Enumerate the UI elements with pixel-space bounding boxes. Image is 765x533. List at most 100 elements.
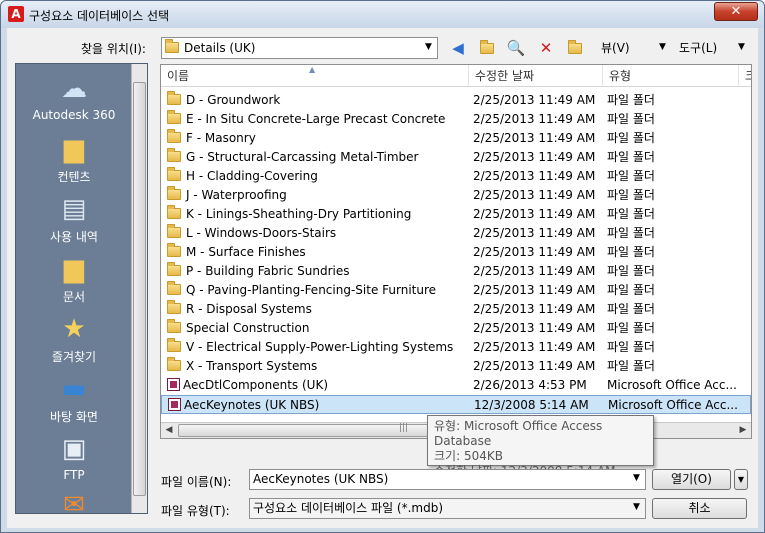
search-web-button[interactable]: 🔍 [505,38,527,58]
access-database-icon [168,398,181,411]
file-name: Q - Paving-Planting-Fencing-Site Furnitu… [186,283,437,297]
filetype-combo[interactable]: 구성요소 데이터베이스 파일 (*.mdb) ▼ [249,498,646,519]
column-header-date-label: 수정한 날짜 [475,69,535,83]
file-name: F - Masonry [186,131,256,145]
filename-value: AecKeynotes (UK NBS) [253,472,389,486]
column-header-size[interactable]: 크 [739,65,751,87]
file-date: 12/3/2008 5:14 AM [474,398,589,412]
folder-row[interactable]: H - Cladding-Covering 2/25/2013 11:49 AM 파… [161,167,751,186]
delete-button[interactable]: ✕ [535,38,557,58]
column-header-size-label: 크 [745,69,751,83]
place-history[interactable]: ▤ 사용 내역 [16,192,132,245]
file-name: AecDtlComponents (UK) [183,378,329,392]
place-autodesk-360[interactable]: ☁ Autodesk 360 [16,72,132,122]
file-name-cell: L - Windows-Doors-Stairs [167,224,467,243]
folder-icon [167,281,181,295]
column-header-date[interactable]: 수정한 날짜 [469,65,603,87]
file-date: 2/25/2013 11:49 AM [473,112,596,126]
file-list[interactable]: 이름 ▲ 수정한 날짜 유형 크 D - Groundwork 2/25/2013… [160,64,752,439]
folder-row[interactable]: G - Structural-Carcassing Metal-Timber 2/… [161,148,751,167]
file-type: Microsoft Office Acc... [607,378,737,392]
cancel-button[interactable]: 취소 [652,498,747,519]
folder-row[interactable]: L - Windows-Doors-Stairs 2/25/2013 11:49 … [161,224,751,243]
file-name-cell: H - Cladding-Covering [167,167,467,186]
scroll-left-button[interactable]: ◀ [161,423,177,438]
sort-ascending-icon: ▲ [309,65,316,74]
places-scroll-thumb[interactable] [133,82,146,496]
tools-menu-label: 도구(L) [679,41,718,55]
file-date: 2/25/2013 11:49 AM [473,93,596,107]
folder-icon [167,338,181,352]
filetype-value: 구성요소 데이터베이스 파일 (*.mdb) [253,501,444,515]
folder-row[interactable]: Special Construction 2/25/2013 11:49 AM 파일… [161,319,751,338]
file-name: K - Linings-Sheathing-Dry Partitioning [186,207,412,221]
chevron-down-icon[interactable]: ▼ [422,40,435,55]
scroll-right-button[interactable]: ▶ [735,423,751,438]
views-menu[interactable]: 뷰(V) [601,39,630,56]
file-date: 2/25/2013 11:49 AM [473,302,596,316]
file-name-cell: Q - Paving-Planting-Fencing-Site Furnitu… [167,281,467,300]
place-favorites[interactable]: ★ 즐겨찾기 [16,312,132,365]
title-bar[interactable]: A 구성요소 데이터베이스 선택 ✕ [1,1,764,28]
file-name: H - Cladding-Covering [186,169,318,183]
places-scrollbar[interactable] [131,64,147,513]
file-name: E - In Situ Concrete-Large Precast Concr… [186,112,446,126]
place-label: 사용 내역 [50,230,98,244]
file-name-cell: D - Groundwork [167,91,467,110]
file-name: L - Windows-Doors-Stairs [186,226,337,240]
folder-icon [165,39,179,53]
file-type: 파일 폴더 [607,131,655,145]
file-date: 2/25/2013 11:49 AM [473,359,596,373]
chevron-down-icon[interactable]: ▼ [630,500,643,515]
folder-row[interactable]: M - Surface Finishes 2/25/2013 11:49 AM 파일… [161,243,751,262]
folder-row[interactable]: R - Disposal Systems 2/25/2013 11:49 AM 파일… [161,300,751,319]
tools-dropdown-arrow[interactable]: ▼ [738,42,745,52]
cloud-icon: ☁ [61,74,87,104]
file-date: 2/25/2013 11:49 AM [473,150,596,164]
file-row[interactable]: AecKeynotes (UK NBS) 12/3/2008 5:14 AM Mic… [161,395,751,414]
folder-row[interactable]: V - Electrical Supply-Power-Lighting Sys… [161,338,751,357]
open-options-button[interactable]: ▼ [734,469,748,490]
place-contents[interactable]: ▆ 컨텐츠 [16,132,132,185]
file-name: P - Building Fabric Sundries [186,264,350,278]
file-type: Microsoft Office Acc... [608,398,738,412]
mail-icon: ✉ [63,490,85,514]
folder-row[interactable]: Q - Paving-Planting-Fencing-Site Furnitu… [161,281,751,300]
place-ftp[interactable]: ▣ FTP [16,432,132,482]
tools-menu[interactable]: 도구(L) [679,39,717,56]
up-folder-button[interactable] [476,38,498,58]
folder-row[interactable]: P - Building Fabric Sundries 2/25/2013 11… [161,262,751,281]
file-date: 2/25/2013 11:49 AM [473,283,596,297]
cancel-button-label: 취소 [688,501,711,515]
file-info-tooltip: 유형: Microsoft Office Access Database 크기:… [427,415,654,478]
folder-row[interactable]: X - Transport Systems 2/25/2013 11:49 AM 파… [161,357,751,376]
file-row[interactable]: AecDtlComponents (UK) 2/26/2013 4:53 PM Mi… [161,376,751,395]
place-label: Autodesk 360 [32,108,116,122]
chevron-down-icon[interactable]: ▼ [630,471,643,486]
folder-icon [167,224,181,238]
column-header-name[interactable]: 이름 ▲ [161,65,469,87]
folder-row[interactable]: D - Groundwork 2/25/2013 11:49 AM 파일 폴더 [161,91,751,110]
folder-row[interactable]: J - Waterproofing 2/25/2013 11:49 AM 파일 폴더 [161,186,751,205]
views-dropdown-arrow[interactable]: ▼ [659,42,666,52]
column-header-type[interactable]: 유형 [603,65,739,87]
folder-icon [167,262,181,276]
open-button[interactable]: 열기(O) [652,469,731,490]
place-desktop[interactable]: ▬ 바탕 화면 [16,372,132,425]
tooltip-size: 크기: 504KB [434,449,503,463]
close-button[interactable]: ✕ [714,2,758,21]
folder-row[interactable]: E - In Situ Concrete-Large Precast Concr… [161,110,751,129]
folder-row[interactable]: F - Masonry 2/25/2013 11:49 AM 파일 폴더 [161,129,751,148]
lookin-combo[interactable]: Details (UK) ▼ [161,37,438,59]
folder-row[interactable]: K - Linings-Sheathing-Dry Partitioning 2/… [161,205,751,224]
new-folder-button[interactable] [564,38,586,58]
file-type: 파일 폴더 [607,302,655,316]
back-button[interactable]: ◀ [447,38,469,58]
up-folder-icon [480,40,494,54]
folder-icon [167,167,181,181]
file-name: J - Waterproofing [186,188,287,202]
place-documents[interactable]: ▆ 문서 [16,252,132,305]
filename-combo[interactable]: AecKeynotes (UK NBS) ▼ [249,469,646,490]
place-more[interactable]: ✉ [16,488,132,514]
file-name: V - Electrical Supply-Power-Lighting Sys… [186,340,454,354]
